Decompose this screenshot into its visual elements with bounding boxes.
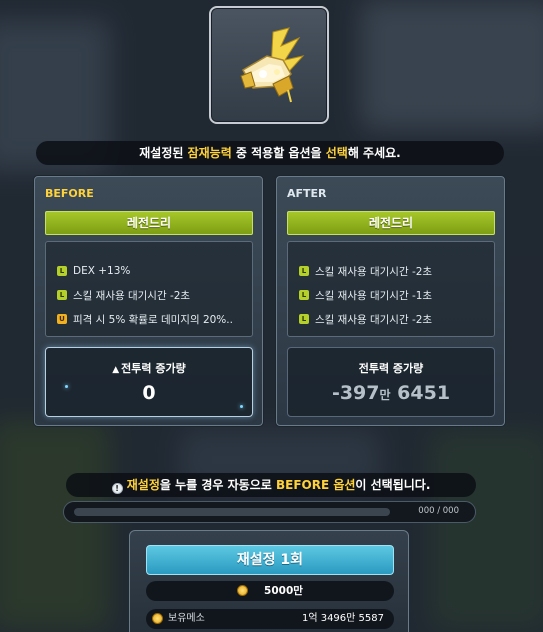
select-option-notice: 재설정된 잠재능력 중 적용할 옵션을 선택해 주세요.: [36, 141, 504, 165]
progress-count: 000 / 000: [418, 506, 459, 516]
reset-action-box: 재설정 1회 5000만 보유메소 1억 3496만 5587: [129, 530, 409, 632]
before-options-list: L DEX +13% L 스킬 재사용 대기시간 -2초 U 피격 시 5% 확…: [45, 241, 253, 337]
up-arrow-icon: ▲: [112, 365, 120, 375]
legendary-badge-icon: L: [299, 314, 309, 324]
owned-meso: 보유메소 1억 3496만 5587: [146, 609, 394, 629]
reset-cost: 5000만: [146, 581, 394, 601]
before-title: BEFORE: [45, 187, 94, 200]
legendary-badge-icon: L: [299, 266, 309, 276]
option-line: L 스킬 재사용 대기시간 -2초: [299, 259, 494, 283]
option-line: U 피격 시 5% 확률로 데미지의 20%..: [57, 307, 252, 331]
after-title: AFTER: [287, 187, 327, 200]
before-option-panel[interactable]: BEFORE 레전드리 L DEX +13% L 스킬 재사용 대기시간 -2초…: [34, 176, 263, 426]
reset-info-notice: ! 재설정을 누를 경우 자동으로 BEFORE 옵션이 선택됩니다.: [66, 473, 476, 497]
item-icon-slot: [209, 6, 329, 124]
legendary-badge-icon: L: [57, 290, 67, 300]
golden-glove-icon: [240, 27, 305, 103]
sparkle-icon: [240, 405, 243, 408]
before-grade-bar: 레전드리: [45, 211, 253, 235]
after-power-box: 전투력 증가량 -397만 6451: [287, 347, 495, 417]
legendary-badge-icon: L: [299, 290, 309, 300]
meso-coin-icon: [237, 585, 249, 596]
after-grade-bar: 레전드리: [287, 211, 495, 235]
sparkle-icon: [65, 385, 68, 388]
after-options-list: L 스킬 재사용 대기시간 -2초 L 스킬 재사용 대기시간 -1초 L 스킬…: [287, 241, 495, 337]
option-line: L 스킬 재사용 대기시간 -1초: [299, 283, 494, 307]
reset-once-button[interactable]: 재설정 1회: [146, 545, 394, 575]
before-power-value: 0: [142, 382, 156, 404]
power-label: 전투력 증가량: [121, 362, 186, 375]
meso-coin-icon: [152, 613, 163, 624]
option-line: L DEX +13%: [57, 259, 252, 283]
reset-progress-bar: 000 / 000: [63, 501, 476, 523]
before-power-box[interactable]: ▲ 전투력 증가량 0: [45, 347, 253, 417]
after-option-panel[interactable]: AFTER 레전드리 L 스킬 재사용 대기시간 -2초 L 스킬 재사용 대기…: [276, 176, 505, 426]
option-line: L 스킬 재사용 대기시간 -2초: [299, 307, 494, 331]
info-icon: !: [111, 483, 123, 494]
unique-badge-icon: U: [57, 314, 67, 324]
legendary-badge-icon: L: [57, 266, 67, 276]
power-label: 전투력 증가량: [358, 362, 424, 375]
after-power-value: -397만 6451: [331, 382, 451, 404]
option-line: L 스킬 재사용 대기시간 -2초: [57, 283, 252, 307]
